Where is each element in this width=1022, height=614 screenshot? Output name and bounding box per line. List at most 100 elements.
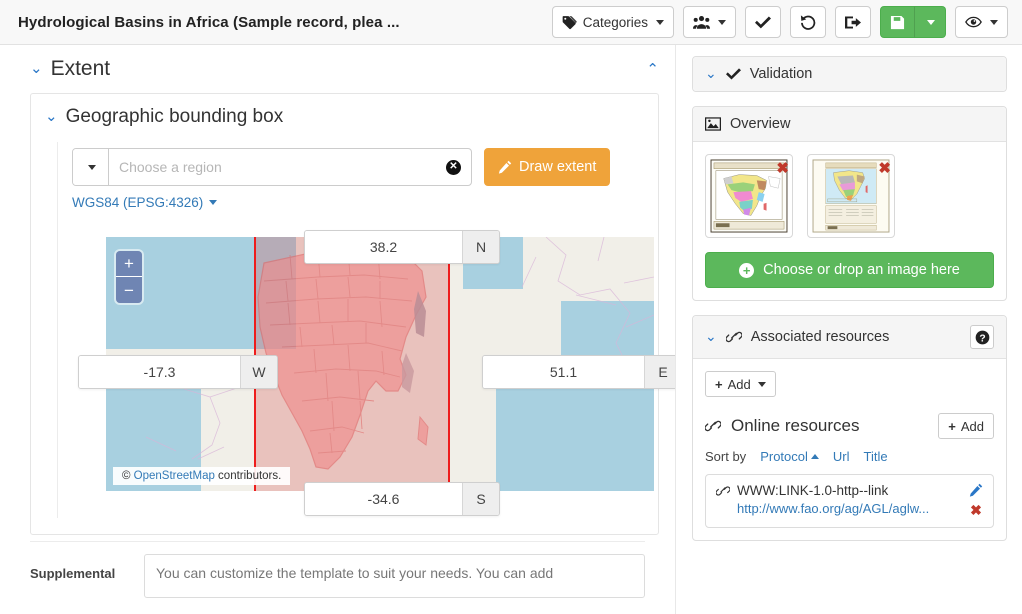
associated-resources-body: + Add Online resources + Add Sort by Pro… — [693, 359, 1006, 540]
add-online-resource-label: Add — [960, 418, 984, 434]
east-coordinate: 51.1 E — [482, 355, 675, 389]
extent-title: Extent — [50, 57, 111, 80]
crs-selector[interactable]: WGS84 (EPSG:4326) — [72, 195, 218, 210]
check-icon — [755, 16, 771, 29]
question-circle-icon: ? — [975, 330, 990, 345]
east-input[interactable]: 51.1 — [483, 356, 644, 388]
overview-thumbnails: ✖ ✖ — [705, 154, 994, 238]
validation-header[interactable]: ⌄ Validation — [693, 57, 1006, 91]
validation-title: Validation — [749, 66, 813, 82]
add-online-resource-button[interactable]: + Add — [938, 413, 994, 439]
bounding-box-body: Choose a region ✕ Draw extent WGS84 (EPS… — [57, 142, 675, 518]
west-input[interactable]: -17.3 — [79, 356, 240, 388]
validate-button[interactable] — [745, 6, 781, 38]
region-row: Choose a region ✕ Draw extent — [72, 148, 644, 186]
image-icon — [705, 117, 721, 131]
sort-by-title[interactable]: Title — [864, 449, 888, 464]
extent-header[interactable]: ⌄ Extent ⌃ — [30, 53, 659, 83]
online-resources-header: Online resources + Add — [705, 413, 994, 439]
remove-thumbnail-icon[interactable]: ✖ — [776, 161, 789, 176]
overview-thumbnail[interactable]: ✖ — [705, 154, 793, 238]
overview-body: ✖ ✖ + Choose or drop an image here — [693, 142, 1006, 300]
map-zoom-out-button[interactable]: − — [116, 277, 142, 303]
sort-by-url[interactable]: Url — [833, 449, 850, 464]
draw-extent-button[interactable]: Draw extent — [484, 148, 611, 186]
online-resource-item[interactable]: WWW:LINK-1.0-http--link http://www.fao.o… — [705, 474, 994, 528]
caret-down-icon — [87, 164, 96, 170]
plus-icon: + — [948, 418, 956, 434]
link-icon — [705, 419, 721, 433]
view-button[interactable] — [955, 6, 1008, 38]
sort-protocol-label: Protocol — [760, 449, 808, 464]
supplemental-label: Supplemental — [30, 566, 116, 581]
extent-body: ⌄ Geographic bounding box Choose a regio… — [30, 93, 675, 535]
associated-resources-header[interactable]: ⌄ Associated resources ? — [693, 316, 1006, 359]
floppy-disk-icon — [890, 15, 905, 30]
chevron-down-icon — [718, 19, 726, 25]
region-dropdown-toggle[interactable] — [73, 149, 109, 185]
north-coordinate: 38.2 N — [304, 230, 500, 264]
north-input[interactable]: 38.2 — [305, 231, 462, 263]
extent-section: ⌄ Extent ⌃ ⌄ Geographic bounding box Cho… — [0, 45, 675, 535]
link-icon — [725, 330, 742, 344]
sidebar-column: ⌄ Validation Overview ✖ ✖ + Choose or dr… — [677, 45, 1022, 614]
west-label: W — [240, 356, 277, 388]
add-resource-label: Add — [727, 376, 751, 392]
overview-thumbnail[interactable]: ✖ — [807, 154, 895, 238]
chevron-down-icon — [927, 19, 935, 25]
sort-by-label: Sort by — [705, 449, 747, 464]
svg-text:?: ? — [979, 333, 985, 344]
users-icon — [693, 15, 710, 29]
chevron-down-icon: ⌄ — [45, 107, 58, 125]
save-options-button[interactable] — [914, 6, 946, 38]
bounding-box-header[interactable]: ⌄ Geographic bounding box — [45, 104, 644, 132]
chevron-down-icon — [656, 19, 664, 25]
openstreetmap-link[interactable]: OpenStreetMap — [134, 470, 215, 482]
eye-icon — [965, 16, 982, 28]
remove-thumbnail-icon[interactable]: ✖ — [878, 161, 891, 176]
map-zoom-in-button[interactable]: + — [116, 251, 142, 277]
undo-button[interactable] — [790, 6, 826, 38]
save-button[interactable] — [880, 6, 915, 38]
resource-actions: ✖ — [969, 483, 983, 519]
groups-button[interactable] — [683, 6, 736, 38]
west-coordinate: -17.3 W — [78, 355, 278, 389]
chevron-down-icon: ⌄ — [30, 59, 43, 77]
region-selector: Choose a region ✕ — [72, 148, 472, 186]
north-label: N — [462, 231, 499, 263]
sort-by-protocol[interactable]: Protocol — [760, 449, 819, 464]
app-header: Hydrological Basins in Africa (Sample re… — [0, 0, 1022, 45]
main-content: ⌄ Extent ⌃ ⌄ Geographic bounding box Cho… — [0, 45, 1022, 614]
chevron-down-icon: ⌄ — [705, 65, 717, 81]
overview-header[interactable]: Overview — [693, 107, 1006, 142]
page-title: Hydrological Basins in Africa (Sample re… — [18, 13, 400, 31]
resource-url[interactable]: http://www.fao.org/ag/AGL/aglw... — [716, 501, 961, 516]
header-toolbar: Categories — [551, 6, 1008, 38]
sort-asc-icon — [810, 454, 819, 459]
chevron-down-icon: ⌄ — [705, 328, 717, 344]
help-button[interactable]: ? — [970, 325, 994, 349]
map-attribution: © OpenStreetMap contributors. — [113, 467, 291, 485]
extent-collapse-toggle[interactable]: ⌃ — [646, 60, 659, 78]
remove-resource-icon[interactable]: ✖ — [970, 502, 982, 519]
editor-column: ⌄ Extent ⌃ ⌄ Geographic bounding box Cho… — [0, 45, 676, 614]
plus-circle-icon: + — [739, 262, 755, 278]
online-resources-title: Online resources — [731, 416, 860, 435]
plus-icon: + — [715, 376, 723, 392]
associated-resources-panel: ⌄ Associated resources ? + Add Online re… — [692, 315, 1007, 541]
east-label: E — [644, 356, 675, 388]
categories-button[interactable]: Categories — [551, 6, 674, 38]
upload-image-button[interactable]: + Choose or drop an image here — [705, 252, 994, 288]
edit-resource-icon[interactable] — [969, 483, 983, 497]
add-resource-dropdown[interactable]: + Add — [705, 371, 776, 397]
undo-icon — [800, 14, 816, 30]
south-input[interactable]: -34.6 — [305, 483, 462, 515]
clear-circle-icon[interactable]: ✕ — [446, 159, 461, 175]
resource-protocol: WWW:LINK-1.0-http--link — [737, 483, 889, 498]
sort-controls: Sort by Protocol Url Title — [705, 449, 994, 464]
resource-protocol-row: WWW:LINK-1.0-http--link — [716, 483, 961, 498]
export-button[interactable] — [835, 6, 871, 38]
supplemental-input[interactable]: You can customize the template to suit y… — [144, 554, 645, 598]
region-input[interactable]: Choose a region ✕ — [109, 149, 471, 185]
attribution-suffix: contributors. — [214, 470, 282, 482]
